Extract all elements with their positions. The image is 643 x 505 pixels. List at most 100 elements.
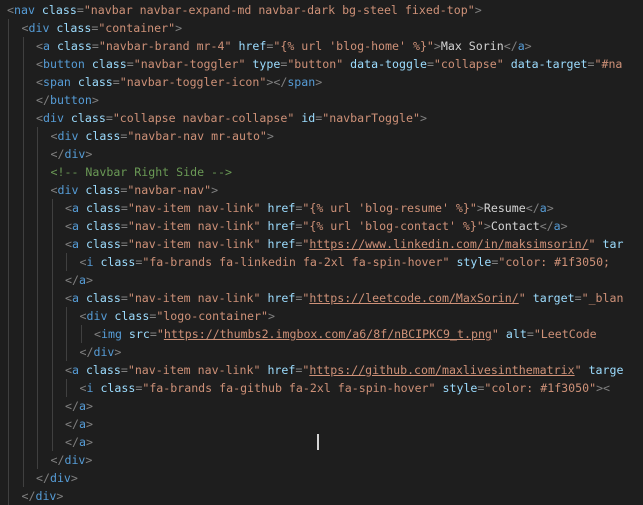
code-token: Contact — [490, 219, 540, 233]
code-line[interactable]: <img src="https://thumbs2.imgbox.com/a6/… — [0, 325, 643, 343]
code-token: "#na — [594, 57, 623, 71]
code-token: > — [70, 471, 78, 485]
code-token: > — [85, 417, 93, 431]
indent-guide — [66, 307, 67, 325]
code-token[interactable]: https://thumbs2.imgbox.com/a6/8f/nBCIPKC… — [164, 327, 492, 341]
code-token: "navbar-brand mr-4" — [98, 39, 232, 53]
indent-guide — [37, 199, 38, 217]
indent-guide — [8, 199, 9, 217]
indent-guide — [37, 271, 38, 289]
indent-guide — [22, 469, 24, 487]
code-line[interactable]: <span class="navbar-toggler-icon"></span… — [0, 73, 643, 91]
indent-guide — [8, 325, 9, 343]
code-token: < — [7, 3, 14, 17]
code-token: "nav-item nav-link" — [127, 363, 261, 377]
code-line[interactable]: <i class="fa-brands fa-github fa-2xl fa-… — [0, 379, 643, 397]
indent-guide — [37, 253, 38, 271]
code-text: <img src="https://thumbs2.imgbox.com/a6/… — [94, 325, 597, 343]
code-line[interactable]: <div class="navbar-nav"> — [0, 181, 643, 199]
code-token: class — [100, 255, 136, 269]
code-token: div — [42, 111, 64, 125]
code-line[interactable]: <div class="logo-container"> — [0, 307, 643, 325]
code-line[interactable]: <nav class="navbar navbar-expand-md navb… — [0, 1, 643, 19]
code-token: a — [42, 39, 50, 53]
indent-guide — [22, 289, 24, 307]
indent-guide — [37, 181, 38, 199]
code-line[interactable]: <a class="nav-item nav-link" href="https… — [0, 289, 643, 307]
code-token: > — [85, 147, 93, 161]
code-token[interactable]: https://www.linkedin.com/in/maksimsorin/ — [309, 237, 588, 251]
code-token: > — [546, 201, 554, 215]
code-line[interactable]: </div> — [0, 469, 643, 487]
code-token: > — [474, 3, 482, 17]
code-line[interactable]: </div> — [0, 451, 643, 469]
code-text: <div class="navbar-nav mr-auto"> — [51, 127, 274, 145]
indent-guide — [51, 307, 53, 325]
code-token: class — [114, 309, 150, 323]
code-token: div — [35, 489, 57, 503]
code-token: < — [65, 219, 72, 233]
code-token: nav — [13, 3, 35, 17]
code-line[interactable]: </button> — [0, 91, 643, 109]
code-token: < — [65, 291, 72, 305]
code-line[interactable]: <div class="navbar-nav mr-auto"> — [0, 127, 643, 145]
code-line[interactable]: <a class="nav-item nav-link" href="https… — [0, 361, 643, 379]
indent-guide — [8, 379, 9, 397]
code-line[interactable]: </div> — [0, 145, 643, 163]
code-token: class — [85, 129, 121, 143]
code-line[interactable]: <div class="collapse navbar-collapse" id… — [0, 109, 643, 127]
indent-guide — [51, 433, 53, 451]
code-token: > — [175, 21, 183, 35]
code-text: <a class="nav-item nav-link" href="https… — [65, 361, 623, 379]
indent-guide — [22, 109, 24, 127]
code-line[interactable]: <!-- Navbar Right Side --> — [0, 163, 643, 181]
indent-guide — [8, 91, 9, 109]
code-token: "nav-item nav-link" — [127, 291, 261, 305]
code-token: "logo-container" — [156, 309, 268, 323]
code-token: </ — [50, 453, 65, 467]
code-token: class — [85, 363, 121, 377]
indent-guide — [22, 325, 24, 343]
code-line[interactable]: <a class="nav-item nav-link" href="{% ur… — [0, 217, 643, 235]
code-text: </button> — [36, 91, 99, 109]
code-text: <a class="navbar-brand mr-4" href="{% ur… — [36, 37, 532, 55]
code-line[interactable]: <a class="nav-item nav-link" href="https… — [0, 235, 643, 253]
code-token: "nav-item nav-link" — [127, 237, 261, 251]
code-token: = — [120, 219, 128, 233]
code-token: href — [267, 237, 296, 251]
code-line[interactable]: <a class="nav-item nav-link" href="{% ur… — [0, 199, 643, 217]
code-token: "{% url 'blog-contact' %}" — [302, 219, 484, 233]
code-token: <!-- Navbar Right Side --> — [50, 165, 232, 179]
code-token: </ — [36, 93, 50, 107]
code-line[interactable]: </a> — [0, 271, 643, 289]
code-line[interactable]: <div class="container"> — [0, 19, 643, 37]
code-token: "collapse" — [433, 57, 504, 71]
code-line[interactable]: </a> — [0, 397, 643, 415]
code-token: a — [553, 219, 561, 233]
code-line[interactable]: <i class="fa-brands fa-linkedin fa-2xl f… — [0, 253, 643, 271]
code-line[interactable]: </a> — [0, 433, 643, 451]
code-token: a — [78, 435, 86, 449]
code-token[interactable]: https://github.com/maxlivesinthematrix — [309, 363, 574, 377]
code-token: "navbar-toggler" — [133, 57, 246, 71]
code-token: target — [532, 291, 575, 305]
code-token: type — [252, 57, 281, 71]
code-token[interactable]: https://leetcode.com/MaxSorin/ — [309, 291, 518, 305]
code-token: class — [85, 291, 121, 305]
code-line[interactable]: <button class="navbar-toggler" type="but… — [0, 55, 643, 73]
indent-guide — [66, 343, 67, 361]
code-text: <a class="nav-item nav-link" href="https… — [65, 289, 623, 307]
code-token: href — [267, 291, 296, 305]
code-token: class — [85, 237, 121, 251]
code-token: div — [57, 129, 79, 143]
code-line[interactable]: </div> — [0, 343, 643, 361]
code-line[interactable]: <a class="navbar-brand mr-4" href="{% ur… — [0, 37, 643, 55]
code-line[interactable]: </a> — [0, 415, 643, 433]
code-line[interactable]: </div> — [0, 487, 643, 505]
code-token: "_blan — [581, 291, 624, 305]
code-token: </ — [65, 399, 79, 413]
indent-guide — [22, 253, 24, 271]
code-editor[interactable]: <nav class="navbar navbar-expand-md navb… — [0, 0, 643, 505]
indent-guide — [8, 109, 9, 127]
